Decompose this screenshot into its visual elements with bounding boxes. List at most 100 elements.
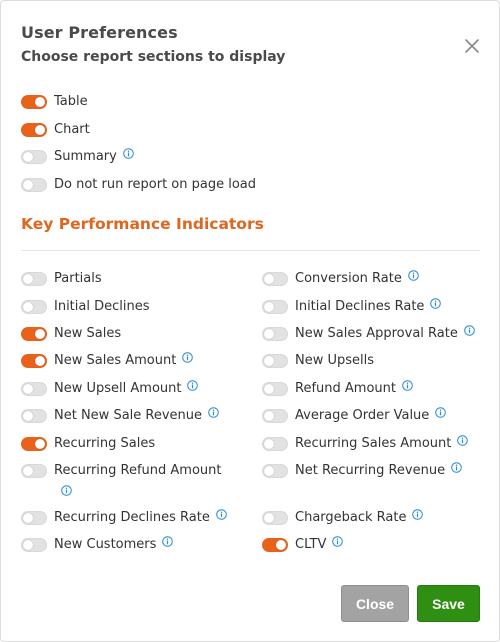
option-recurring-refund-amount: Recurring Refund Amount [21, 462, 222, 482]
toggle-knob [23, 180, 33, 190]
cltv-label: CLTV [295, 537, 327, 552]
divider [21, 250, 480, 251]
info-icon[interactable] [412, 509, 424, 520]
conversion-rate-toggle[interactable] [262, 272, 288, 286]
option-chargeback-rate: Chargeback Rate [262, 509, 424, 529]
option-new-sales: New Sales [21, 325, 121, 345]
recurring-refund-amount-toggle[interactable] [21, 464, 47, 478]
recurring-sales-toggle[interactable] [21, 437, 47, 451]
table-toggle[interactable] [21, 95, 47, 109]
new-customers-label: New Customers [54, 537, 157, 552]
option-recurring-sales: Recurring Sales [21, 435, 155, 455]
conversion-rate-label: Conversion Rate [295, 271, 402, 286]
info-icon[interactable] [430, 298, 442, 309]
option-new-upsell-amount: New Upsell Amount [21, 380, 199, 400]
do-not-run-report-on-page-load-label: Do not run report on page load [54, 177, 257, 192]
user-preferences-dialog: User Preferences Choose report sections … [0, 0, 500, 642]
option-table: Table [21, 93, 88, 113]
recurring-sales-amount-toggle[interactable] [262, 437, 288, 451]
new-upsell-amount-label: New Upsell Amount [54, 381, 182, 396]
toggle-knob [276, 540, 286, 550]
close-button[interactable]: Close [341, 585, 409, 622]
option-cltv: CLTV [262, 536, 344, 556]
net-recurring-revenue-toggle[interactable] [262, 464, 288, 478]
option-recurring-declines-rate: Recurring Declines Rate [21, 509, 227, 529]
info-icon[interactable] [402, 380, 413, 391]
toggle-knob [23, 274, 33, 284]
option-new-sales-approval-rate: New Sales Approval Rate [262, 325, 475, 345]
toggle-knob [23, 152, 33, 162]
info-icon[interactable] [216, 509, 227, 520]
info-icon[interactable] [464, 325, 475, 336]
summary-toggle[interactable] [21, 150, 47, 164]
info-icon[interactable] [208, 407, 219, 418]
toggle-knob [23, 384, 33, 394]
info-icon[interactable] [457, 435, 469, 446]
info-icon[interactable] [182, 352, 194, 363]
initial-declines-rate-label: Initial Declines Rate [295, 299, 425, 314]
info-icon[interactable] [408, 270, 419, 281]
initial-declines-rate-toggle[interactable] [262, 300, 288, 314]
toggle-knob [264, 513, 274, 523]
info-icon[interactable] [451, 462, 462, 473]
recurring-sales-amount-label: Recurring Sales Amount [295, 436, 452, 451]
new-customers-toggle[interactable] [21, 538, 47, 552]
toggle-knob [264, 356, 274, 366]
option-recurring-sales-amount: Recurring Sales Amount [262, 435, 469, 455]
refund-amount-label: Refund Amount [295, 381, 396, 396]
do-not-run-report-on-page-load-toggle[interactable] [21, 178, 47, 192]
info-icon[interactable] [332, 536, 344, 547]
chargeback-rate-toggle[interactable] [262, 511, 288, 525]
new-sales-approval-rate-toggle[interactable] [262, 327, 288, 341]
info-icon[interactable] [187, 380, 199, 391]
kpi-section-title: Key Performance Indicators [21, 215, 264, 233]
toggle-knob [23, 513, 33, 523]
close-icon[interactable] [464, 38, 480, 54]
new-sales-approval-rate-label: New Sales Approval Rate [295, 326, 458, 341]
chargeback-rate-label: Chargeback Rate [295, 510, 407, 525]
info-icon[interactable] [435, 407, 447, 418]
toggle-knob [23, 466, 33, 476]
net-new-sale-revenue-label: Net New Sale Revenue [54, 408, 203, 423]
toggle-knob [264, 329, 274, 339]
new-upsells-label: New Upsells [295, 353, 375, 368]
partials-toggle[interactable] [21, 272, 47, 286]
info-icon[interactable] [61, 481, 72, 496]
new-upsell-amount-toggle[interactable] [21, 382, 47, 396]
chart-toggle[interactable] [21, 123, 47, 137]
cltv-toggle[interactable] [262, 538, 288, 552]
toggle-knob [264, 439, 274, 449]
new-sales-amount-toggle[interactable] [21, 354, 47, 368]
option-chart: Chart [21, 121, 90, 141]
chart-label: Chart [54, 122, 90, 137]
initial-declines-toggle[interactable] [21, 300, 47, 314]
toggle-knob [35, 97, 45, 107]
recurring-declines-rate-label: Recurring Declines Rate [54, 510, 210, 525]
option-average-order-value: Average Order Value [262, 407, 447, 427]
net-new-sale-revenue-toggle[interactable] [21, 409, 47, 423]
average-order-value-toggle[interactable] [262, 409, 288, 423]
info-icon[interactable] [162, 536, 174, 547]
option-conversion-rate: Conversion Rate [262, 270, 419, 290]
toggle-knob [264, 274, 274, 284]
info-icon[interactable] [123, 148, 134, 159]
new-upsells-toggle[interactable] [262, 354, 288, 368]
save-button[interactable]: Save [417, 585, 480, 622]
refund-amount-toggle[interactable] [262, 382, 288, 396]
toggle-knob [264, 466, 274, 476]
option-net-recurring-revenue: Net Recurring Revenue [262, 462, 462, 482]
new-sales-toggle[interactable] [21, 327, 47, 341]
partials-label: Partials [54, 271, 102, 286]
toggle-knob [264, 411, 274, 421]
recurring-declines-rate-toggle[interactable] [21, 511, 47, 525]
average-order-value-label: Average Order Value [295, 408, 430, 423]
toggle-knob [264, 302, 274, 312]
new-sales-label: New Sales [54, 326, 122, 341]
recurring-refund-amount-label: Recurring Refund Amount [54, 463, 222, 478]
dialog-title: User Preferences [21, 23, 178, 42]
recurring-sales-label: Recurring Sales [54, 436, 156, 451]
table-label: Table [54, 94, 88, 109]
toggle-knob [35, 356, 45, 366]
option-refund-amount: Refund Amount [262, 380, 413, 400]
new-sales-amount-label: New Sales Amount [54, 353, 177, 368]
